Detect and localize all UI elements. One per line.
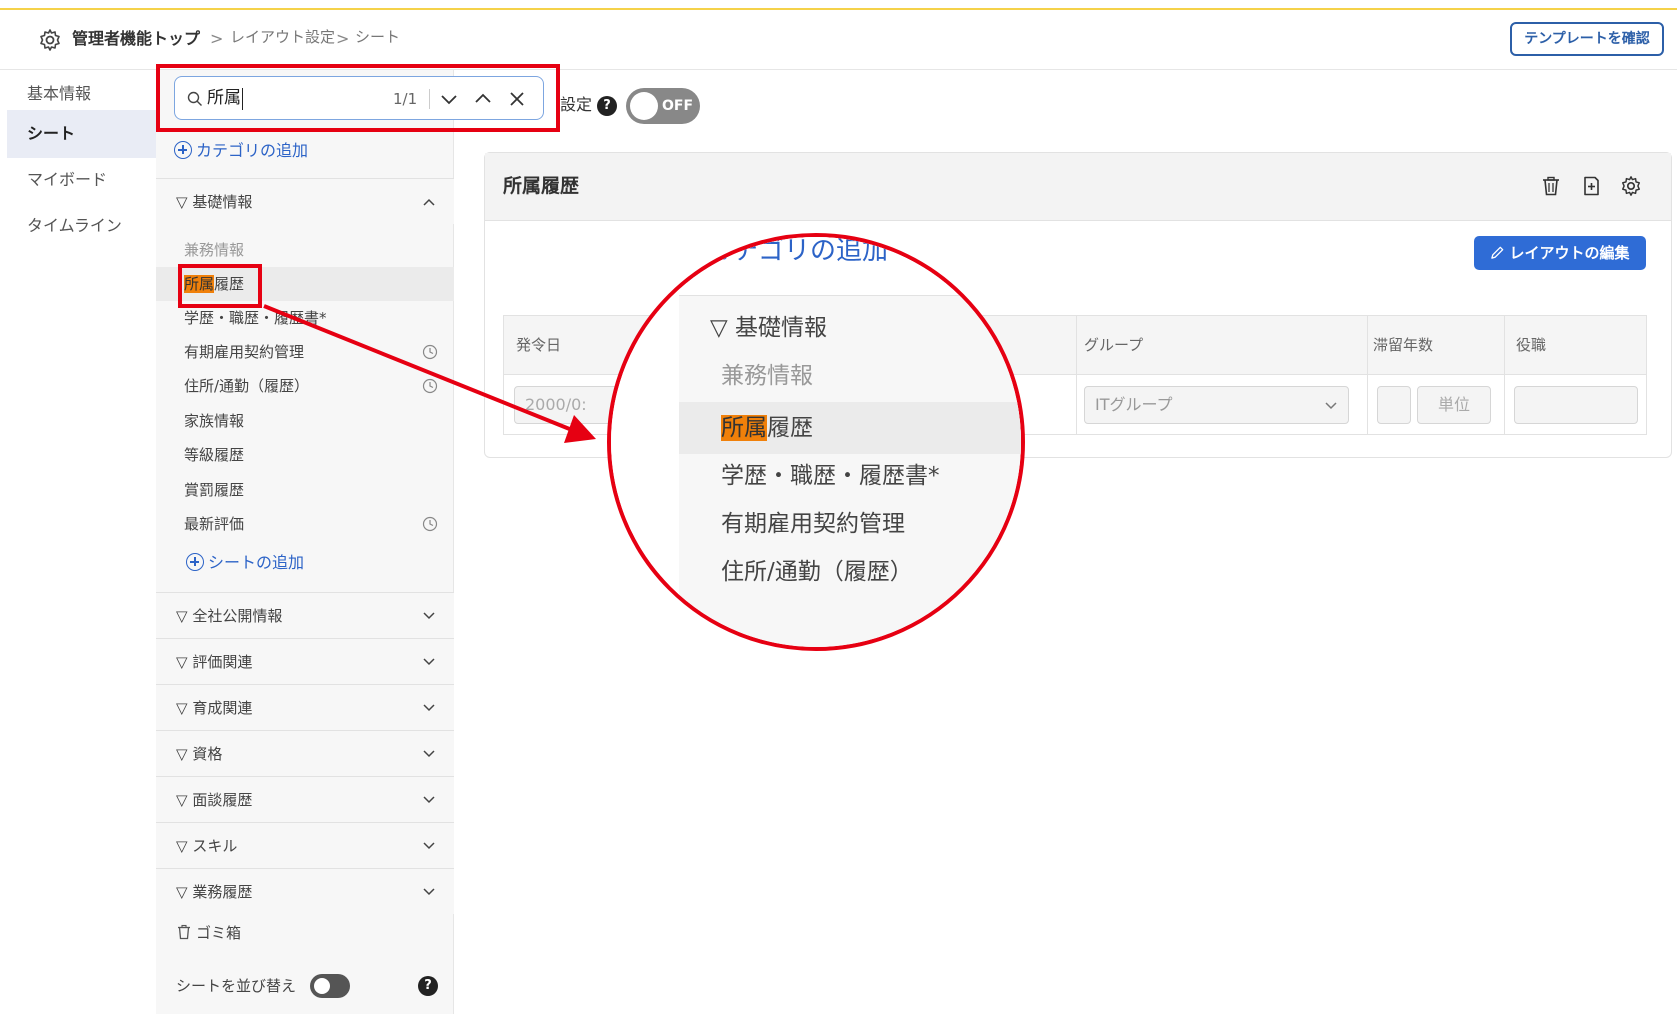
page: 管理者機能トップ > レイアウト設定 > シート テンプレートを確認 基本情報 … [0,0,1677,1014]
annotation-arrow [263,304,596,443]
